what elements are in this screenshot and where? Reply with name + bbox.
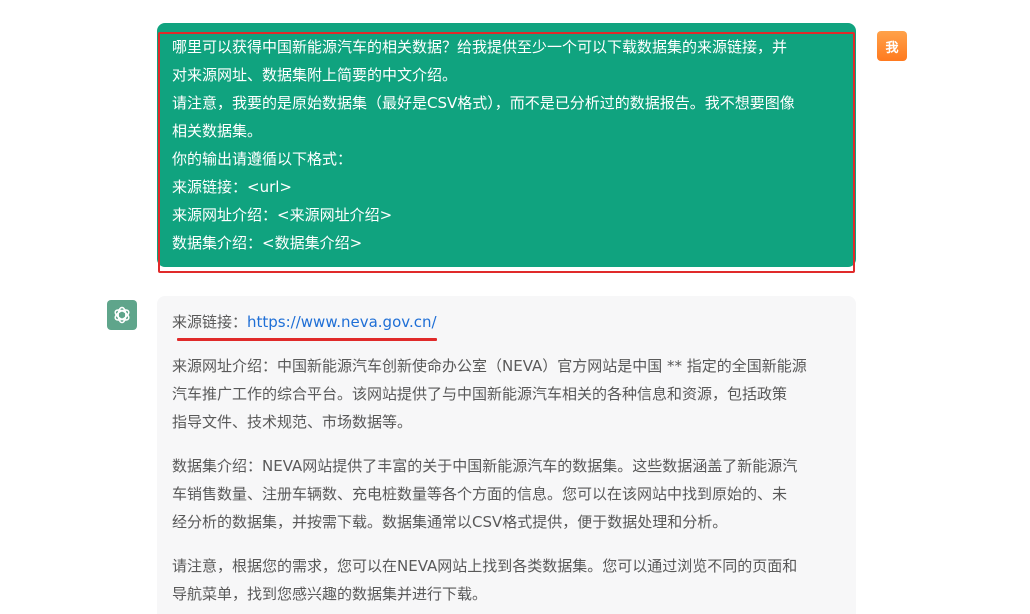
site-intro-line: 来源网址介绍：中国新能源汽车创新使命办公室（NEVA）官方网站是中国 ** 指定… [172,357,807,375]
dataset-intro-line: 数据集介绍：NEVA网站提供了丰富的关于中国新能源汽车的数据集。这些数据涵盖了新… [172,457,798,475]
openai-logo-icon [114,306,130,324]
source-link-label: 来源链接： [172,313,248,331]
user-avatar-label: 我 [885,40,899,56]
source-link[interactable]: https://www.neva.gov.cn/ [247,313,437,331]
assistant-avatar [107,300,137,330]
source-link-red-underline [177,338,437,341]
dataset-intro-line: 车销售数量、注册车辆数、充电桩数量等各个方面的信息。您可以在该网站中找到原始的、… [172,485,788,503]
user-message-line: 对来源网址、数据集附上简要的中文介绍。 [172,66,458,84]
user-avatar: 我 [877,31,907,61]
user-message-line: 哪里可以获得中国新能源汽车的相关数据？给我提供至少一个可以下载数据集的来源链接，… [172,38,788,56]
site-intro-line: 指导文件、技术规范、市场数据等。 [172,413,413,431]
user-message-line: 数据集介绍：<数据集介绍> [172,234,363,252]
user-message-line: 相关数据集。 [172,122,263,140]
user-message-line: 来源网址介绍：<来源网址介绍> [172,206,393,224]
user-message-line: 你的输出请遵循以下格式： [172,150,353,168]
user-message-line: 来源链接：<url> [172,178,292,196]
user-message-line: 请注意，我要的是原始数据集（最好是CSV格式），而不是已分析过的数据报告。我不想… [172,94,795,112]
note-line: 请注意，根据您的需求，您可以在NEVA网站上找到各类数据集。您可以通过浏览不同的… [172,557,798,575]
chat-page: 哪里可以获得中国新能源汽车的相关数据？给我提供至少一个可以下载数据集的来源链接，… [0,0,1030,614]
site-intro-line: 汽车推广工作的综合平台。该网站提供了与中国新能源汽车相关的各种信息和资源，包括政… [172,385,788,403]
note-line: 导航菜单，找到您感兴趣的数据集并进行下载。 [172,585,488,603]
dataset-intro-line: 经分析的数据集，并按需下载。数据集通常以CSV格式提供，便于数据处理和分析。 [172,513,728,531]
user-message-text: 哪里可以获得中国新能源汽车的相关数据？给我提供至少一个可以下载数据集的来源链接，… [172,33,836,257]
source-link-line: 来源链接：https://www.neva.gov.cn/ [172,308,437,336]
